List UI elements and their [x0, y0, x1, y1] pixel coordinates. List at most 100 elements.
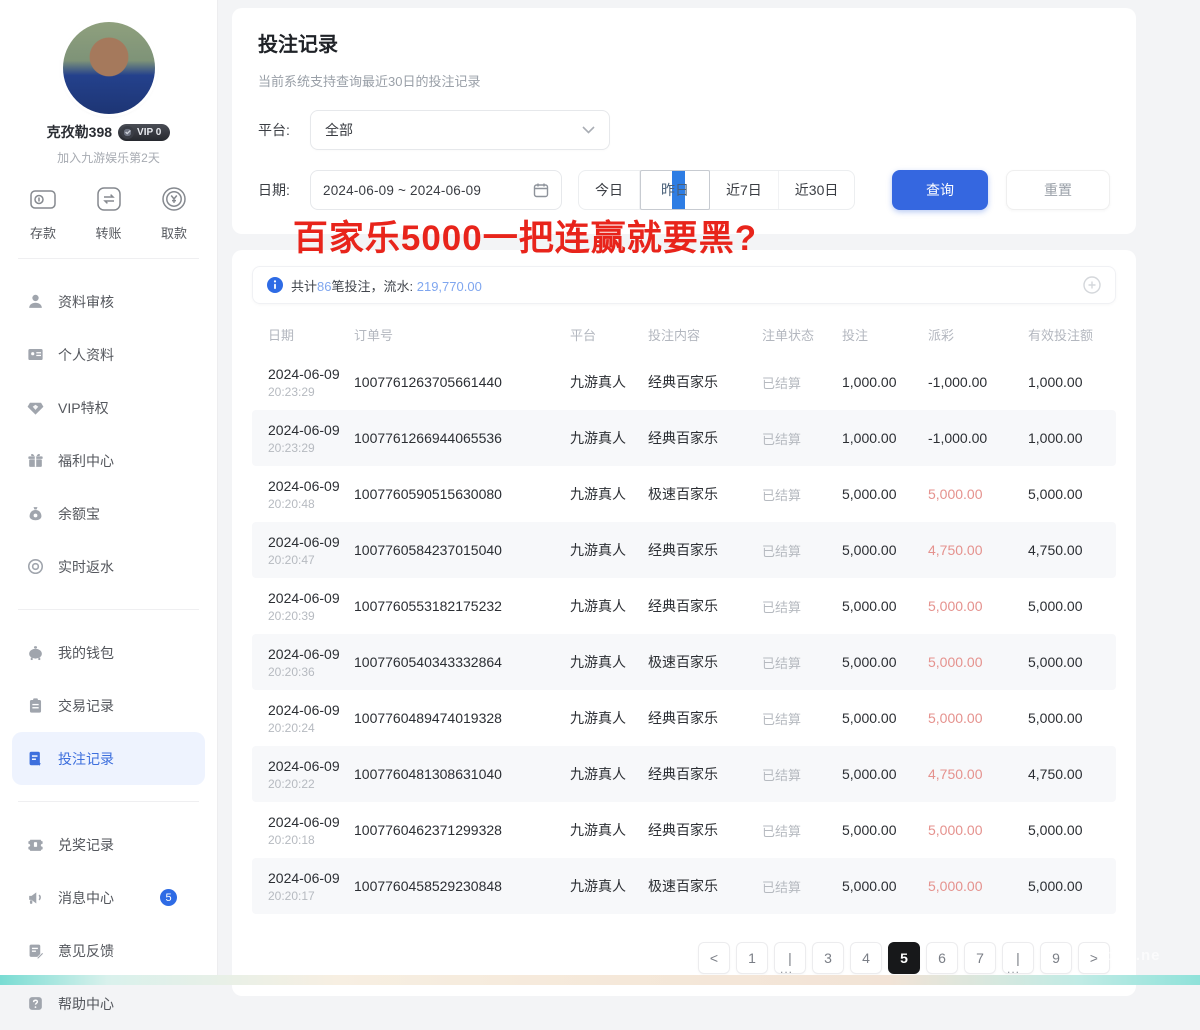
message-count-badge: 5: [160, 889, 177, 906]
gem-icon: [26, 398, 45, 417]
summary-text: 共计86笔投注，流水: 219,770.00: [291, 276, 482, 295]
cell-status: 已结算: [762, 821, 842, 840]
sidebar-item-bet-records[interactable]: 投注记录: [12, 732, 205, 785]
target-circle-icon: [26, 557, 45, 576]
quick-30d-button[interactable]: 近30日: [779, 171, 855, 209]
money-bag-icon: [26, 504, 45, 523]
reset-button[interactable]: 重置: [1006, 170, 1110, 210]
cell-status: 已结算: [762, 877, 842, 896]
cell-date: 2024-06-09 20:20:39: [268, 590, 354, 623]
table-row: 2024-06-09 20:20:36 1007760540343332864 …: [252, 634, 1116, 690]
quick-yesterday-button[interactable]: 昨日: [640, 170, 710, 210]
sidebar-item-transactions[interactable]: 交易记录: [12, 679, 205, 732]
date-range-picker[interactable]: 2024-06-09 ~ 2024-06-09: [310, 170, 562, 210]
cell-order-number: 1007760584237015040: [354, 542, 570, 558]
cell-valid-bet: 5,000.00: [1028, 822, 1100, 838]
cell-valid-bet: 5,000.00: [1028, 486, 1100, 502]
info-icon: [267, 277, 283, 293]
col-header-order: 订单号: [354, 325, 570, 344]
cell-date: 2024-06-09 20:20:24: [268, 702, 354, 735]
cell-date-time: 20:20:47: [268, 553, 354, 567]
cell-bet-amount: 5,000.00: [842, 654, 928, 670]
cell-date-day: 2024-06-09: [268, 646, 354, 662]
cell-date-time: 20:20:48: [268, 497, 354, 511]
cell-bet-content: 经典百家乐: [648, 820, 762, 840]
deposit-button[interactable]: 存款: [26, 182, 60, 242]
table-row: 2024-06-09 20:20:24 1007760489474019328 …: [252, 690, 1116, 746]
sidebar-item-wallet[interactable]: 我的钱包: [12, 626, 205, 679]
sidebar-item-label: 兑奖记录: [58, 835, 191, 855]
cell-date-time: 20:23:29: [268, 441, 354, 455]
cell-status: 已结算: [762, 765, 842, 784]
cell-platform: 九游真人: [570, 372, 648, 392]
sidebar-item-messages[interactable]: 消息中心 5: [12, 871, 205, 924]
platform-label: 平台:: [258, 120, 310, 140]
cell-date: 2024-06-09 20:20:48: [268, 478, 354, 511]
sidebar: 克孜勒398 VIP 0 加入九游娱乐第2天 存款 转账: [0, 0, 218, 985]
sidebar-item-label: 帮助中心: [58, 994, 191, 1014]
search-button[interactable]: 查询: [892, 170, 988, 210]
page-button[interactable]: 7: [964, 942, 996, 974]
ticket-icon: [26, 835, 45, 854]
page-button[interactable]: 1: [736, 942, 768, 974]
page-button[interactable]: 4: [850, 942, 882, 974]
cell-date-day: 2024-06-09: [268, 534, 354, 550]
megaphone-icon: [26, 888, 45, 907]
date-range-value: 2024-06-09 ~ 2024-06-09: [323, 183, 525, 198]
table-row: 2024-06-09 20:20:18 1007760462371299328 …: [252, 802, 1116, 858]
piggy-bank-icon: [26, 643, 45, 662]
cell-bet-content: 经典百家乐: [648, 708, 762, 728]
table-header-row: 日期 订单号 平台 投注内容 注单状态 投注 派彩 有效投注额: [252, 314, 1116, 354]
cell-date-time: 20:20:24: [268, 721, 354, 735]
avatar[interactable]: [63, 22, 155, 114]
sidebar-item-rebate[interactable]: 实时返水: [12, 540, 205, 593]
col-header-status: 注单状态: [762, 325, 842, 344]
platform-value: 全部: [325, 120, 353, 140]
quick-30d-label: 近30日: [795, 180, 839, 200]
transfer-icon: [92, 182, 126, 216]
page-button[interactable]: 5: [888, 942, 920, 974]
cell-valid-bet: 1,000.00: [1028, 374, 1100, 390]
cell-date-day: 2024-06-09: [268, 870, 354, 886]
cell-date-day: 2024-06-09: [268, 758, 354, 774]
cell-valid-bet: 4,750.00: [1028, 542, 1100, 558]
audit-person-icon: [26, 292, 45, 311]
cell-payout: 5,000.00: [928, 486, 1028, 502]
sidebar-item-label: 余额宝: [58, 504, 191, 524]
cell-date: 2024-06-09 20:20:17: [268, 870, 354, 903]
sidebar-item-label: 消息中心: [58, 888, 147, 908]
sidebar-item-label: 实时返水: [58, 557, 191, 577]
page-button[interactable]: 6: [926, 942, 958, 974]
cell-platform: 九游真人: [570, 540, 648, 560]
sidebar-item-audit[interactable]: 资料审核: [12, 275, 205, 328]
sidebar-item-vip[interactable]: VIP特权: [12, 381, 205, 434]
deposit-label: 存款: [30, 223, 56, 242]
sidebar-item-welfare[interactable]: 福利中心: [12, 434, 205, 487]
page-button[interactable]: 9: [1040, 942, 1072, 974]
cell-bet-amount: 5,000.00: [842, 542, 928, 558]
table-row: 2024-06-09 20:23:29 1007761263705661440 …: [252, 354, 1116, 410]
cell-order-number: 1007761263705661440: [354, 374, 570, 390]
page-button[interactable]: <: [698, 942, 730, 974]
expand-plus-icon[interactable]: [1083, 276, 1101, 294]
cell-status: 已结算: [762, 653, 842, 672]
sidebar-item-yuebao[interactable]: 余额宝: [12, 487, 205, 540]
quick-today-button[interactable]: 今日: [579, 171, 640, 209]
divider: [18, 609, 199, 610]
sidebar-item-profile[interactable]: 个人资料: [12, 328, 205, 381]
quick-7d-button[interactable]: 近7日: [710, 171, 779, 209]
table-row: 2024-06-09 20:20:47 1007760584237015040 …: [252, 522, 1116, 578]
page-subtitle: 当前系统支持查询最近30日的投注记录: [258, 71, 1110, 90]
sidebar-item-prizes[interactable]: 兑奖记录: [12, 818, 205, 871]
overlay-caption: 百家乐5000一把连赢就要黑?: [155, 210, 895, 261]
sidebar-item-label: 交易记录: [58, 696, 191, 716]
platform-select[interactable]: 全部: [310, 110, 610, 150]
cell-date-day: 2024-06-09: [268, 814, 354, 830]
cell-valid-bet: 5,000.00: [1028, 598, 1100, 614]
summary-middle: 笔投注，流水:: [331, 279, 413, 294]
sidebar-item-feedback[interactable]: 意见反馈: [12, 924, 205, 977]
transfer-button[interactable]: 转账: [92, 182, 126, 242]
page-button[interactable]: 3: [812, 942, 844, 974]
col-header-date: 日期: [268, 325, 354, 344]
cell-order-number: 1007760553182175232: [354, 598, 570, 614]
